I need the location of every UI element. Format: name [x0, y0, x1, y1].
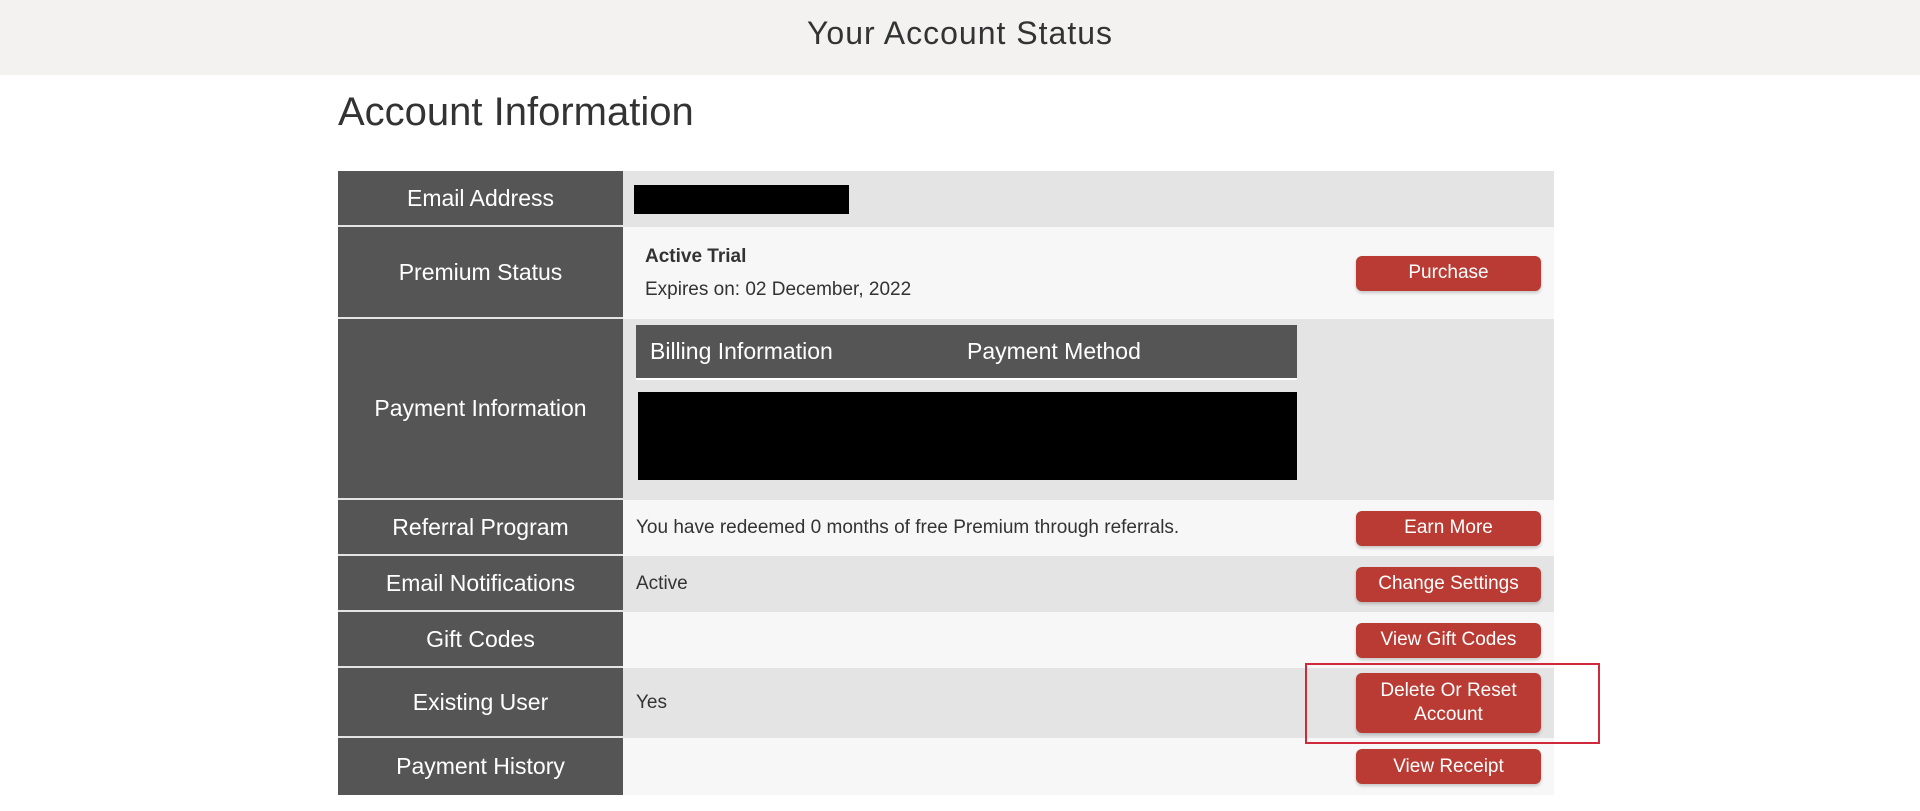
gift-value-cell: View Gift Codes [623, 612, 1554, 668]
email-value-cell [623, 171, 1554, 227]
row-gift-codes: Gift Codes View Gift Codes [338, 612, 1554, 668]
premium-value-cell: Active Trial Expires on: 02 December, 20… [623, 227, 1554, 319]
referral-text: You have redeemed 0 months of free Premi… [636, 517, 1180, 538]
payment-value-cell: Billing Information Payment Method [623, 319, 1554, 500]
change-settings-button[interactable]: Change Settings [1356, 566, 1541, 602]
premium-expiry-text: Expires on: 02 December, 2022 [645, 278, 912, 300]
view-gift-codes-button[interactable]: View Gift Codes [1356, 622, 1541, 658]
row-email-address: Email Address [338, 171, 1554, 227]
payment-subtable-header: Billing Information Payment Method [636, 325, 1297, 380]
existing-user-text: Yes [636, 692, 667, 713]
notifications-status-text: Active [636, 573, 688, 594]
row-label: Payment History [338, 738, 623, 795]
section-title: Account Information [338, 90, 694, 134]
row-label: Gift Codes [338, 612, 623, 668]
row-label: Referral Program [338, 500, 623, 556]
view-receipt-button[interactable]: View Receipt [1356, 749, 1541, 784]
row-payment-history: Payment History View Receipt [338, 738, 1554, 795]
row-label: Email Address [338, 171, 623, 227]
payment-history-value-cell: View Receipt [623, 738, 1554, 795]
purchase-button[interactable]: Purchase [1356, 255, 1541, 291]
row-existing-user: Existing User Yes Delete Or Reset Accoun… [338, 668, 1554, 738]
payment-method-header: Payment Method [967, 338, 1141, 364]
account-info-table: Email Address Premium Status Active Tria… [338, 171, 1554, 795]
row-label: Existing User [338, 668, 623, 738]
payment-subtable: Billing Information Payment Method [636, 325, 1297, 480]
row-email-notifications: Email Notifications Active Change Settin… [338, 556, 1554, 612]
row-premium-status: Premium Status Active Trial Expires on: … [338, 227, 1554, 319]
row-payment-information: Payment Information Billing Information … [338, 319, 1554, 500]
row-label: Email Notifications [338, 556, 623, 612]
referral-value-cell: You have redeemed 0 months of free Premi… [623, 500, 1554, 556]
existing-user-value-cell: Yes Delete Or Reset Account [623, 668, 1554, 738]
premium-status-text: Active Trial [645, 245, 747, 267]
notifications-value-cell: Active Change Settings [623, 556, 1554, 612]
earn-more-button[interactable]: Earn More [1356, 510, 1541, 546]
billing-information-header: Billing Information [650, 338, 833, 364]
row-label: Premium Status [338, 227, 623, 319]
email-redacted-block [634, 184, 849, 214]
page-header-title: Your Account Status [806, 15, 1113, 51]
premium-text: Active Trial Expires on: 02 December, 20… [636, 246, 911, 301]
delete-or-reset-account-button[interactable]: Delete Or Reset Account [1356, 673, 1541, 733]
top-header-bar: Your Account Status [0, 0, 1920, 75]
row-label: Payment Information [338, 319, 623, 500]
row-referral-program: Referral Program You have redeemed 0 mon… [338, 500, 1554, 556]
payment-redacted-block [638, 392, 1297, 480]
